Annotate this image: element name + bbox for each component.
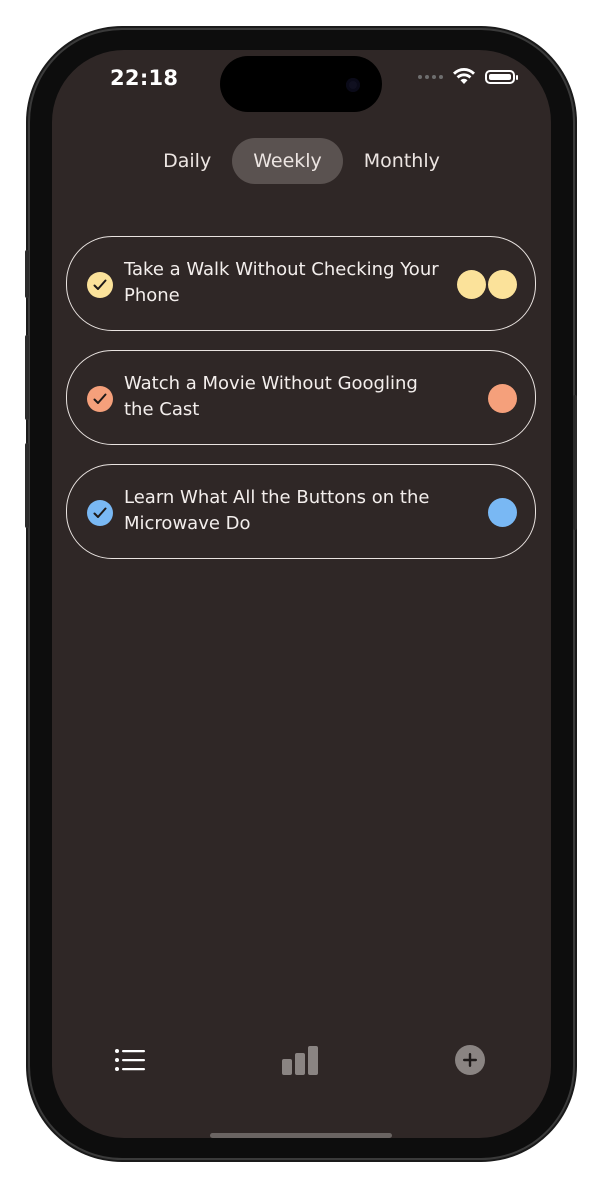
status-time: 22:18 — [110, 66, 179, 90]
wifi-icon — [453, 68, 475, 84]
status-indicators — [418, 68, 518, 85]
habit-list: Take a Walk Without Checking Your Phone … — [66, 236, 536, 578]
completion-dot — [488, 384, 517, 413]
habit-item[interactable]: Take a Walk Without Checking Your Phone — [66, 236, 536, 331]
checkmark-icon[interactable] — [87, 386, 113, 412]
completion-dot — [488, 498, 517, 527]
habit-title: Learn What All the Buttons on the Microw… — [124, 487, 430, 534]
completion-dot — [488, 270, 517, 299]
home-indicator[interactable] — [210, 1133, 392, 1138]
action-button — [25, 250, 29, 298]
checkmark-icon[interactable] — [87, 500, 113, 526]
tab-monthly[interactable]: Monthly — [343, 138, 461, 184]
dynamic-island — [220, 56, 382, 112]
bar-chart-icon[interactable] — [281, 1042, 321, 1078]
battery-icon — [485, 69, 518, 84]
completion-marks — [457, 270, 517, 299]
cellular-signal-icon — [418, 74, 443, 79]
tab-weekly[interactable]: Weekly — [232, 138, 343, 184]
period-tabs: Daily Weekly Monthly — [52, 138, 551, 184]
habit-title: Take a Walk Without Checking Your Phone — [124, 259, 439, 306]
habit-item[interactable]: Learn What All the Buttons on the Microw… — [66, 464, 536, 559]
completion-dot — [457, 270, 486, 299]
checkmark-icon[interactable] — [87, 272, 113, 298]
camera-icon — [346, 78, 360, 92]
completion-marks — [488, 384, 517, 413]
add-circle-icon[interactable] — [452, 1042, 488, 1078]
habit-title: Watch a Movie Without Googling the Cast — [124, 373, 418, 420]
bottom-navigation — [52, 1042, 551, 1082]
list-icon[interactable] — [112, 1042, 148, 1078]
volume-up-button — [25, 335, 29, 420]
power-button — [573, 395, 577, 530]
habit-item[interactable]: Watch a Movie Without Googling the Cast — [66, 350, 536, 445]
app-screen: 22:18 Daily Weekly Monthly Take a Walk W… — [52, 50, 551, 1138]
volume-down-button — [25, 443, 29, 528]
completion-marks — [488, 498, 517, 527]
tab-daily[interactable]: Daily — [142, 138, 232, 184]
